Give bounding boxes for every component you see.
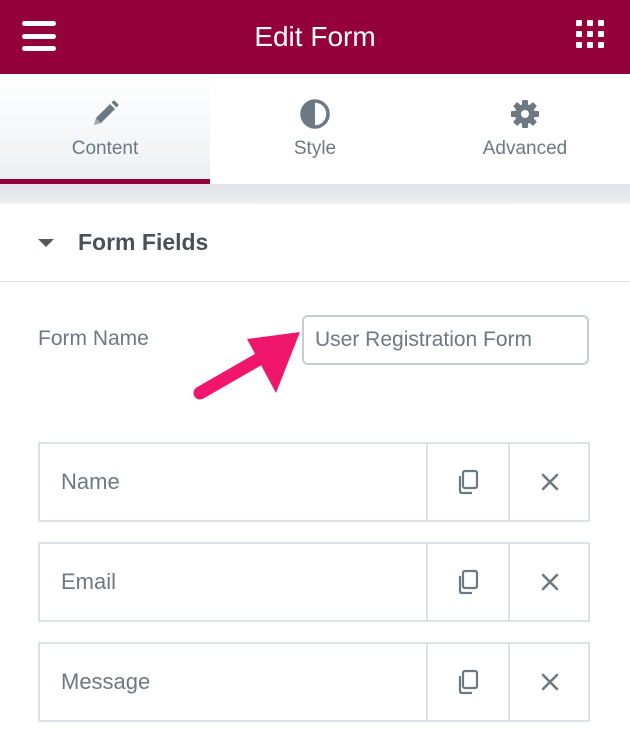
tab-advanced-label: Advanced xyxy=(482,138,568,159)
menu-line xyxy=(22,46,56,51)
caret-down-icon xyxy=(38,239,54,247)
duplicate-field-button[interactable] xyxy=(426,444,508,520)
close-icon xyxy=(541,473,559,491)
remove-field-button[interactable] xyxy=(508,644,590,720)
section-divider xyxy=(0,184,630,204)
close-icon xyxy=(541,573,559,591)
duplicate-field-button[interactable] xyxy=(426,544,508,620)
tab-content[interactable]: Content xyxy=(0,74,210,184)
grid-dot xyxy=(576,31,582,37)
copy-icon xyxy=(458,469,479,495)
grid-dot xyxy=(587,20,593,26)
remove-field-button[interactable] xyxy=(508,544,590,620)
annotation-arrow-icon xyxy=(193,332,300,400)
panel-tabs: Content Style Advanced xyxy=(0,74,630,184)
panel-title: Edit Form xyxy=(254,21,376,52)
hamburger-icon[interactable] xyxy=(22,21,56,51)
form-field-row: Message xyxy=(38,642,590,722)
half-circle-icon xyxy=(300,99,330,129)
grid-dot xyxy=(598,31,604,37)
form-name-input[interactable] xyxy=(302,315,589,365)
pencil-icon xyxy=(94,100,119,125)
gear-icon xyxy=(511,100,539,128)
field-label[interactable]: Email xyxy=(40,544,426,620)
menu-line xyxy=(22,21,56,26)
menu-line xyxy=(22,33,56,39)
form-fields-section-toggle[interactable]: Form Fields xyxy=(0,204,630,282)
close-icon xyxy=(541,673,559,691)
tab-content-label: Content xyxy=(71,138,139,159)
tab-style-label: Style xyxy=(293,138,337,159)
duplicate-field-button[interactable] xyxy=(426,644,508,720)
grid-dot xyxy=(576,20,582,26)
copy-icon xyxy=(458,569,479,595)
form-name-label: Form Name xyxy=(38,327,149,350)
grid-dot xyxy=(598,20,604,26)
grid-dot xyxy=(587,42,593,48)
grid-dot xyxy=(576,42,582,48)
tab-style[interactable]: Style xyxy=(210,74,420,184)
grid-dot xyxy=(587,31,593,37)
field-label[interactable]: Name xyxy=(40,444,426,520)
field-label[interactable]: Message xyxy=(40,644,426,720)
tab-advanced[interactable]: Advanced xyxy=(420,74,630,184)
form-field-row: Email xyxy=(38,542,590,622)
grid-icon[interactable] xyxy=(576,20,604,48)
remove-field-button[interactable] xyxy=(508,444,590,520)
section-title: Form Fields xyxy=(78,229,209,255)
panel-header: Edit Form xyxy=(0,0,630,74)
copy-icon xyxy=(458,669,479,695)
form-field-row: Name xyxy=(38,442,590,522)
grid-dot xyxy=(598,42,604,48)
